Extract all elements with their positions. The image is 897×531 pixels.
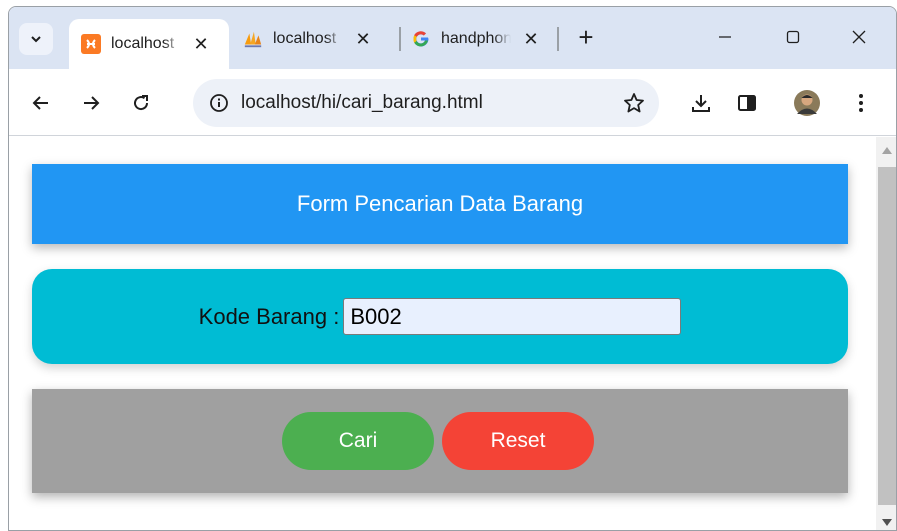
- tab-separator: [557, 27, 559, 51]
- info-icon[interactable]: [207, 91, 231, 115]
- side-panel-button[interactable]: [731, 87, 763, 119]
- profile-avatar[interactable]: [791, 87, 823, 119]
- tab-separator: [399, 27, 401, 51]
- kode-barang-input[interactable]: [343, 298, 682, 335]
- search-form-panel: Kode Barang :: [32, 269, 848, 364]
- tab-title: handphone: [441, 30, 511, 47]
- reload-icon: [134, 95, 149, 111]
- url-text[interactable]: localhost/hi/cari_barang.html: [241, 92, 483, 114]
- bookmark-star-icon[interactable]: [621, 90, 647, 116]
- tab-strip: localhost ✕ localhost ✕ handphone ✕ +: [9, 7, 896, 69]
- tab-title: localhost: [111, 35, 175, 52]
- reload-button[interactable]: [125, 87, 157, 119]
- arrow-right-icon: [84, 96, 100, 110]
- arrow-left-icon: [32, 96, 48, 110]
- maximize-icon: [786, 30, 800, 44]
- close-icon[interactable]: ✕: [191, 34, 211, 55]
- scroll-down-arrow-icon[interactable]: [882, 519, 892, 526]
- downloads-button[interactable]: [685, 87, 717, 119]
- reset-button[interactable]: Reset: [442, 412, 594, 470]
- side-panel-icon: [738, 95, 756, 111]
- tab-localhost-phpmyadmin[interactable]: localhost ✕: [243, 19, 393, 59]
- close-window-button[interactable]: [839, 21, 879, 53]
- phpmyadmin-icon: [243, 29, 263, 49]
- vertical-scrollbar[interactable]: [876, 137, 896, 530]
- scroll-up-arrow-icon[interactable]: [882, 147, 892, 154]
- google-icon: [411, 29, 431, 49]
- tab-search-button[interactable]: [19, 23, 53, 55]
- kode-barang-label: Kode Barang :: [198, 303, 340, 329]
- tab-localhost-active[interactable]: localhost ✕: [69, 19, 229, 69]
- forward-button[interactable]: [75, 87, 107, 119]
- menu-button[interactable]: [845, 87, 877, 119]
- xampp-icon: [81, 34, 101, 54]
- close-icon[interactable]: ✕: [521, 29, 541, 50]
- browser-toolbar: localhost/hi/cari_barang.html: [9, 69, 896, 136]
- tab-title: localhost: [273, 30, 337, 47]
- download-icon: [692, 95, 710, 112]
- minimize-icon: [719, 36, 731, 38]
- close-icon[interactable]: ✕: [353, 29, 373, 50]
- page-title: Form Pencarian Data Barang: [296, 191, 584, 216]
- search-button[interactable]: Cari: [282, 412, 434, 470]
- browser-window: localhost ✕ localhost ✕ handphone ✕ +: [8, 6, 897, 531]
- minimize-button[interactable]: [705, 21, 745, 53]
- chevron-down-icon: [31, 36, 41, 43]
- new-tab-button[interactable]: +: [571, 23, 601, 51]
- button-panel: Cari Reset: [32, 389, 848, 493]
- page-header: Form Pencarian Data Barang: [32, 164, 848, 244]
- address-bar[interactable]: localhost/hi/cari_barang.html: [193, 79, 659, 127]
- back-button[interactable]: [25, 87, 57, 119]
- close-icon: [852, 30, 866, 44]
- page-viewport: Form Pencarian Data Barang Kode Barang :…: [9, 137, 896, 530]
- maximize-button[interactable]: [773, 21, 813, 53]
- avatar-icon: [794, 90, 820, 116]
- scroll-thumb[interactable]: [878, 167, 896, 505]
- tab-google-handphone[interactable]: handphone ✕: [411, 19, 561, 59]
- more-vertical-icon: [859, 94, 863, 112]
